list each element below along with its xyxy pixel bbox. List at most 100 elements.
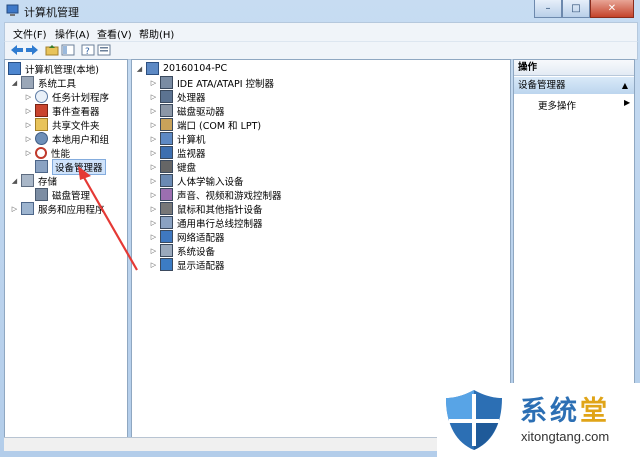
expand-arrow-icon[interactable]: ▷ — [25, 107, 32, 115]
expand-arrow-icon[interactable]: ▷ — [150, 247, 157, 255]
expand-arrow-icon[interactable]: ▷ — [150, 205, 157, 213]
tree-root[interactable]: 计算机管理(本地) — [8, 62, 99, 76]
device-category-label: 通用串行总线控制器 — [177, 218, 263, 230]
tree-storage[interactable]: ◢ 存储 — [11, 174, 57, 188]
title-bar[interactable]: 计算机管理 – □ ✕ — [0, 0, 640, 22]
properties-icon[interactable] — [97, 44, 111, 56]
device-category-icon — [160, 216, 173, 229]
expand-arrow-icon[interactable]: ▷ — [150, 191, 157, 199]
storage-icon — [21, 174, 34, 187]
minimize-button[interactable]: – — [534, 0, 562, 18]
tree-item-local-users[interactable]: ▷ 本地用户和组 — [25, 132, 109, 146]
collapse-arrow-icon[interactable]: ◢ — [11, 177, 18, 185]
device-category-label: 显示适配器 — [177, 260, 225, 272]
tree-item-device-manager[interactable]: 设备管理器 — [35, 158, 106, 175]
back-icon[interactable] — [10, 44, 24, 56]
actions-section-label: 设备管理器 — [518, 80, 566, 91]
watermark-logo: 系统堂 xitongtang.com — [437, 383, 640, 457]
device-category[interactable]: ▷ 处理器 — [150, 90, 206, 104]
device-category[interactable]: ▷ 磁盘驱动器 — [150, 104, 225, 118]
device-category[interactable]: ▷ 计算机 — [150, 132, 206, 146]
collapse-up-icon[interactable]: ▲ — [622, 77, 628, 94]
device-category-icon — [160, 104, 173, 117]
event-viewer-icon — [35, 104, 48, 117]
expand-arrow-icon[interactable]: ▷ — [150, 177, 157, 185]
actions-section-device-manager[interactable]: 设备管理器 ▲ — [514, 77, 634, 94]
device-category[interactable]: ▷ IDE ATA/ATAPI 控制器 — [150, 76, 274, 90]
collapse-arrow-icon[interactable]: ◢ — [11, 79, 18, 87]
forward-icon[interactable] — [25, 44, 39, 56]
device-category-label: 系统设备 — [177, 246, 216, 258]
device-manager-icon — [35, 160, 48, 173]
tree-services[interactable]: ▷ 服务和应用程序 — [11, 202, 105, 216]
device-category-icon — [160, 90, 173, 103]
tools-icon — [21, 76, 34, 89]
expand-arrow-icon[interactable]: ▷ — [150, 149, 157, 157]
computer-management-icon — [6, 4, 19, 16]
device-computer-root[interactable]: ◢ 20160104-PC — [136, 62, 227, 75]
services-icon — [21, 202, 34, 215]
expand-arrow-icon[interactable]: ▷ — [25, 135, 32, 143]
more-actions-link[interactable]: 更多操作 — [538, 98, 576, 112]
expand-arrow-icon[interactable]: ▷ — [150, 219, 157, 227]
expand-arrow-icon[interactable]: ▷ — [11, 205, 18, 213]
device-category[interactable]: ▷ 监视器 — [150, 146, 206, 160]
expand-arrow-icon[interactable]: ▷ — [150, 79, 157, 87]
expand-arrow-icon[interactable]: ▷ — [150, 163, 157, 171]
menu-file[interactable]: 文件(F) — [13, 26, 47, 41]
device-category-label: 处理器 — [177, 92, 206, 104]
maximize-button[interactable]: □ — [562, 0, 590, 18]
shield-logo-icon — [446, 390, 502, 450]
device-category[interactable]: ▷ 显示适配器 — [150, 258, 225, 272]
clock-icon — [35, 90, 48, 103]
menu-help[interactable]: 帮助(H) — [139, 26, 174, 41]
expand-arrow-icon[interactable]: ▷ — [150, 121, 157, 129]
device-category[interactable]: ▷ 人体学输入设备 — [150, 174, 244, 188]
submenu-arrow-icon[interactable]: ▶ — [624, 98, 630, 107]
tree-item-label: 共享文件夹 — [52, 120, 100, 132]
expand-arrow-icon[interactable]: ▷ — [25, 121, 32, 129]
tree-item-performance[interactable]: ▷ 性能 — [25, 146, 70, 160]
device-category-icon — [160, 132, 173, 145]
window-title: 计算机管理 — [24, 6, 79, 19]
expand-arrow-icon[interactable]: ▷ — [25, 149, 32, 157]
device-category[interactable]: ▷ 声音、视频和游戏控制器 — [150, 188, 282, 202]
device-category-label: 声音、视频和游戏控制器 — [177, 190, 282, 202]
device-category-icon — [160, 174, 173, 187]
expand-arrow-icon[interactable]: ▷ — [150, 261, 157, 269]
tree-item-event-viewer[interactable]: ▷ 事件查看器 — [25, 104, 100, 118]
users-icon — [35, 132, 48, 145]
device-category-label: 人体学输入设备 — [177, 176, 244, 188]
device-category-label: 端口 (COM 和 LPT) — [177, 120, 262, 132]
expand-arrow-icon[interactable]: ▷ — [150, 93, 157, 101]
device-list[interactable]: ◢ 20160104-PC ▷ IDE ATA/ATAPI 控制器 ▷ 处理器 ▷ 磁盘驱… — [131, 59, 511, 438]
expand-arrow-icon[interactable]: ▷ — [150, 233, 157, 241]
up-folder-icon[interactable] — [45, 44, 59, 56]
tree-item-label: 磁盘管理 — [52, 190, 91, 202]
expand-arrow-icon[interactable]: ▷ — [150, 107, 157, 115]
svg-text:?: ? — [85, 47, 90, 56]
shared-folder-icon — [35, 118, 48, 131]
device-category[interactable]: ▷ 鼠标和其他指针设备 — [150, 202, 263, 216]
show-hide-tree-icon[interactable] — [61, 44, 75, 56]
device-category[interactable]: ▷ 系统设备 — [150, 244, 216, 258]
tree-item-shared-folders[interactable]: ▷ 共享文件夹 — [25, 118, 100, 132]
device-category-icon — [160, 188, 173, 201]
tree-item-task-scheduler[interactable]: ▷ 任务计划程序 — [25, 90, 109, 104]
help-icon[interactable]: ? — [81, 44, 95, 56]
console-tree[interactable]: 计算机管理(本地) ◢ 系统工具 ▷ 任务计划程序 ▷ 事件查看器 ▷ 共享文件… — [4, 59, 128, 438]
collapse-arrow-icon[interactable]: ◢ — [136, 65, 143, 73]
tree-system-tools[interactable]: ◢ 系统工具 — [11, 76, 76, 90]
device-category[interactable]: ▷ 键盘 — [150, 160, 196, 174]
menu-action[interactable]: 操作(A) — [55, 26, 90, 41]
close-button[interactable]: ✕ — [590, 0, 634, 18]
expand-arrow-icon[interactable]: ▷ — [150, 135, 157, 143]
device-category[interactable]: ▷ 端口 (COM 和 LPT) — [150, 118, 262, 132]
expand-arrow-icon[interactable]: ▷ — [25, 93, 32, 101]
device-category[interactable]: ▷ 通用串行总线控制器 — [150, 216, 263, 230]
tree-item-disk-management[interactable]: 磁盘管理 — [35, 188, 91, 202]
computer-name: 20160104-PC — [163, 63, 228, 74]
device-category[interactable]: ▷ 网络适配器 — [150, 230, 225, 244]
menu-view[interactable]: 查看(V) — [97, 26, 132, 41]
device-category-label: 计算机 — [177, 134, 206, 146]
